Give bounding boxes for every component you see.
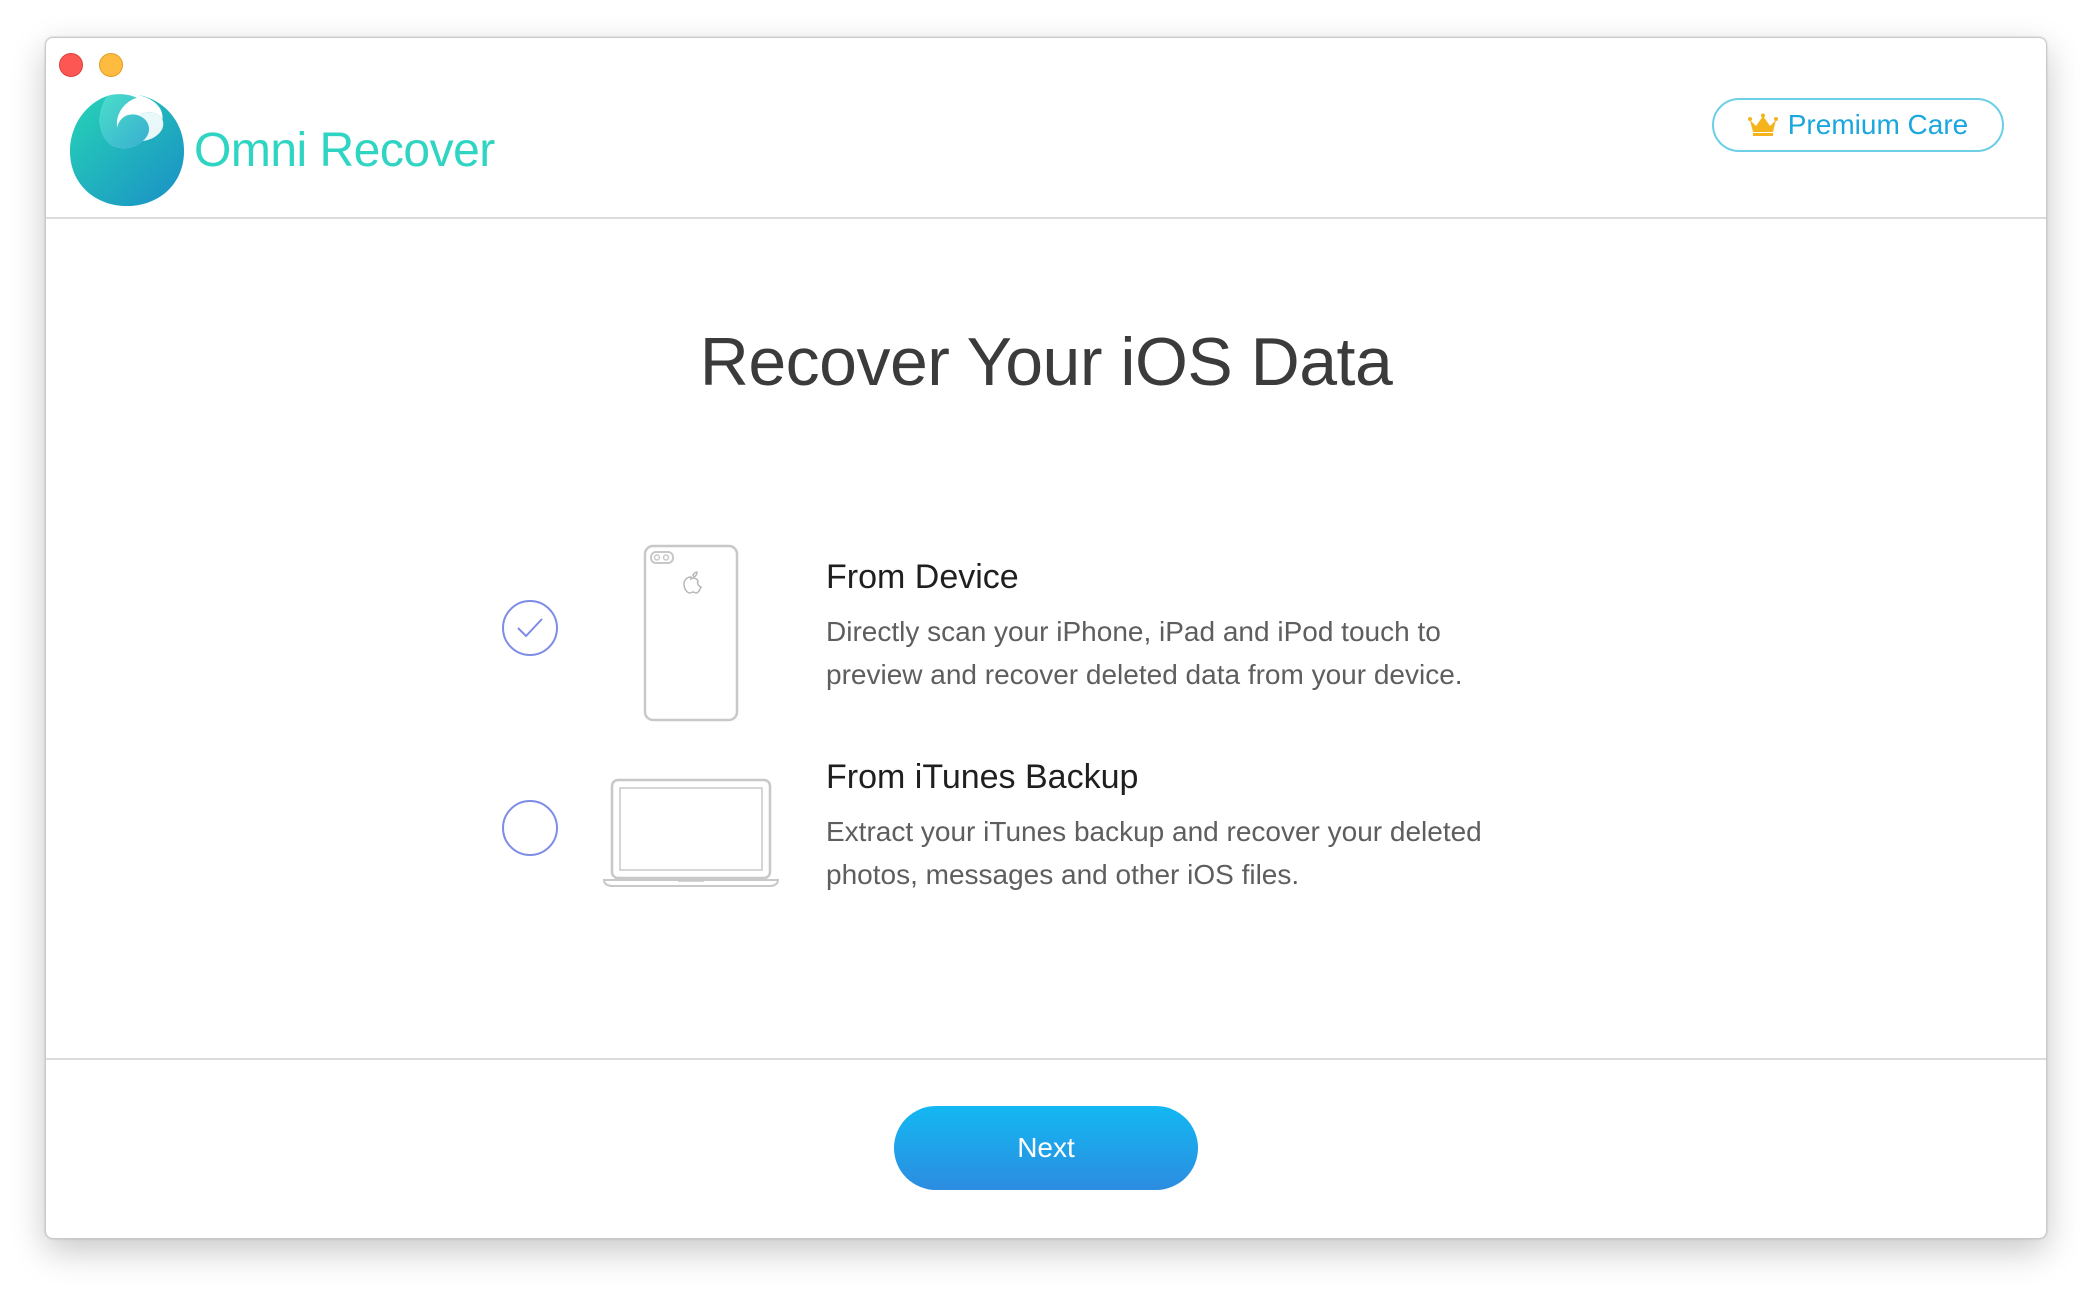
description-line: Extract your iTunes backup and recover y… bbox=[826, 816, 1482, 847]
description-line: photos, messages and other iOS files. bbox=[826, 859, 1300, 890]
footer-divider bbox=[46, 1058, 2046, 1060]
radio-from-device[interactable] bbox=[502, 600, 558, 656]
laptop-icon bbox=[602, 778, 780, 887]
option-title-from-itunes-backup: From iTunes Backup bbox=[826, 758, 1139, 796]
option-from-itunes-backup[interactable]: From iTunes Backup Extract your iTunes b… bbox=[46, 728, 2046, 928]
premium-care-label: Premium Care bbox=[1787, 109, 1969, 140]
crown-icon bbox=[1747, 113, 1778, 136]
description-line: preview and recover deleted data from yo… bbox=[826, 659, 1463, 690]
iphone-icon bbox=[643, 544, 739, 722]
option-from-device[interactable]: From Device Directly scan your iPhone, i… bbox=[46, 508, 2046, 728]
omni-recover-logo-icon bbox=[69, 93, 185, 207]
radio-from-itunes-backup[interactable] bbox=[502, 800, 558, 856]
description-line: Directly scan your iPhone, iPad and iPod… bbox=[826, 616, 1441, 647]
next-button[interactable]: Next bbox=[894, 1106, 1198, 1190]
premium-care-button[interactable]: Premium Care bbox=[1712, 98, 2004, 152]
option-description-from-itunes-backup: Extract your iTunes backup and recover y… bbox=[826, 810, 1586, 896]
page-title: Recover Your iOS Data bbox=[699, 324, 1393, 400]
option-title-from-device: From Device bbox=[826, 558, 1019, 596]
app-name: Omni Recover bbox=[194, 124, 495, 177]
checkmark-icon bbox=[517, 618, 543, 638]
header: Omni Recover Premium Care bbox=[46, 38, 2046, 219]
app-window: Omni Recover Premium Care Recover Your i… bbox=[45, 37, 2047, 1239]
option-description-from-device: Directly scan your iPhone, iPad and iPod… bbox=[826, 610, 1586, 696]
